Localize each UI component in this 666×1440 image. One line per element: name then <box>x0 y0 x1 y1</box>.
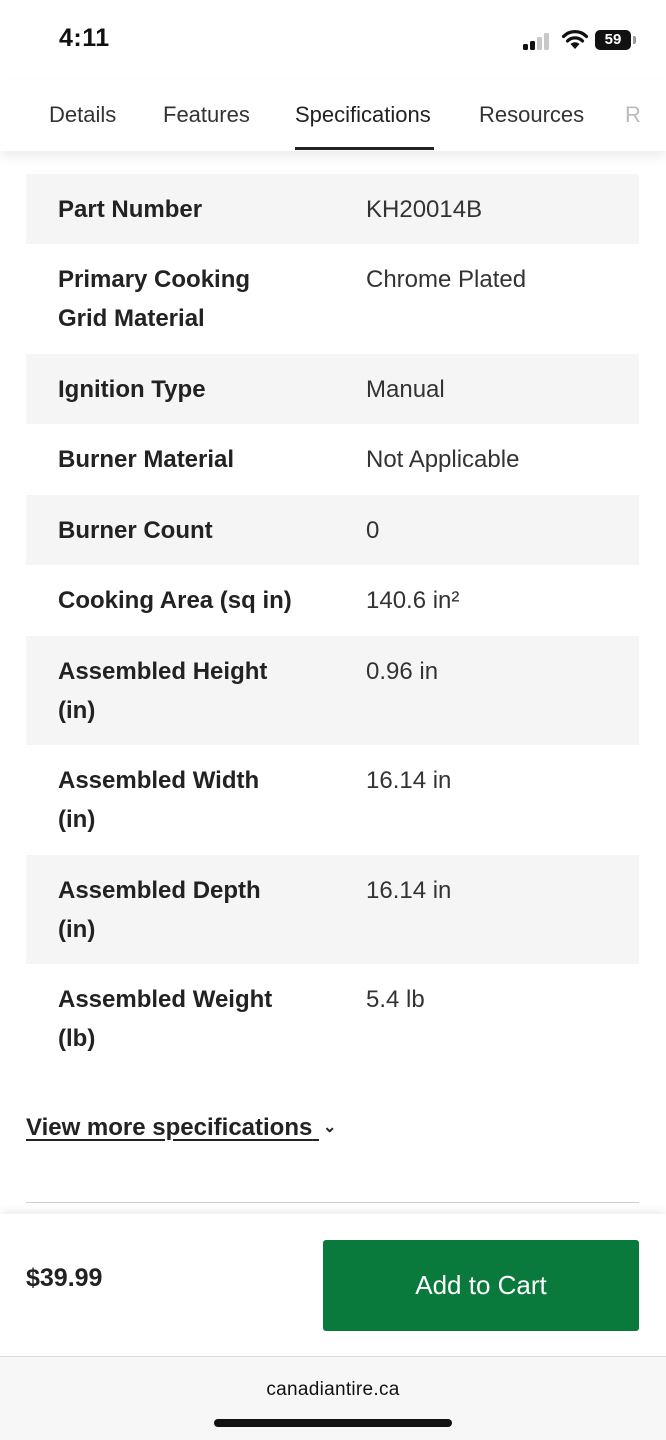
battery-tip <box>633 36 636 44</box>
spec-row: Ignition Type Manual <box>26 354 639 424</box>
spec-label: Cooking Area (sq in) <box>58 587 292 614</box>
add-to-cart-button[interactable]: Add to Cart <box>323 1240 639 1331</box>
spec-value: KH20014B <box>366 196 483 223</box>
spec-row: Assembled Width (in) 16.14 in <box>26 745 639 855</box>
spec-row: Burner Count 0 <box>26 495 639 565</box>
spec-value: 16.14 in <box>366 767 452 794</box>
tab-specifications[interactable]: Specifications <box>295 102 431 128</box>
tab-details[interactable]: Details <box>49 102 116 128</box>
spec-value: 16.14 in <box>366 877 452 904</box>
spec-row: Primary Cooking Grid Material Chrome Pla… <box>26 244 639 354</box>
tab-resources[interactable]: Resources <box>479 102 584 128</box>
section-tabs: Details Features Specifications Resource… <box>0 80 666 151</box>
spec-value: 0 <box>366 517 380 544</box>
browser-address-bar: canadiantire.ca <box>0 1356 666 1440</box>
specifications-table: Part Number KH20014B Primary Cooking Gri… <box>26 174 639 1074</box>
status-time: 4:11 <box>59 24 110 52</box>
spec-value: 5.4 lb <box>366 986 425 1013</box>
spec-label: Assembled Height (in) <box>58 658 268 724</box>
spec-row: Burner Material Not Applicable <box>26 424 639 495</box>
spec-label: Assembled Depth (in) <box>58 877 261 943</box>
tab-features[interactable]: Features <box>163 102 250 128</box>
spec-label: Ignition Type <box>58 376 206 403</box>
wifi-icon <box>561 30 589 49</box>
spec-value: Not Applicable <box>366 446 520 473</box>
spec-value: 140.6 in² <box>366 587 460 614</box>
status-bar: 4:11 59 <box>0 0 666 80</box>
spec-value: Manual <box>366 376 445 403</box>
spec-row: Assembled Depth (in) 16.14 in <box>26 855 639 964</box>
active-tab-indicator <box>295 147 434 150</box>
signal-icon <box>523 32 555 50</box>
spec-row: Assembled Height (in) 0.96 in <box>26 636 639 745</box>
add-to-cart-bar: $39.99 Add to Cart <box>0 1214 666 1356</box>
tab-reviews-partial[interactable]: R <box>625 102 641 128</box>
spec-row: Part Number KH20014B <box>26 174 639 244</box>
spec-label: Part Number <box>58 196 203 223</box>
spec-label: Burner Material <box>58 446 235 473</box>
spec-label: Primary Cooking Grid Material <box>58 266 251 332</box>
battery-icon: 59 <box>595 30 631 50</box>
chevron-down-icon: ⌄ <box>323 1119 337 1136</box>
spec-label: Assembled Weight (lb) <box>58 986 273 1052</box>
view-more-label: View more specifications <box>26 1114 313 1141</box>
spec-row: Assembled Weight (lb) 5.4 lb <box>26 964 639 1074</box>
spec-value: Chrome Plated <box>366 266 527 293</box>
view-more-specifications-link[interactable]: View more specifications ⌄ <box>26 1114 336 1142</box>
spec-label: Assembled Width (in) <box>58 767 260 833</box>
spec-row: Cooking Area (sq in) 140.6 in² <box>26 565 639 636</box>
url-text[interactable]: canadiantire.ca <box>0 1379 666 1401</box>
product-price: $39.99 <box>26 1264 103 1292</box>
spec-label: Burner Count <box>58 517 213 544</box>
spec-value: 0.96 in <box>366 658 439 685</box>
divider <box>26 1202 639 1203</box>
home-indicator[interactable] <box>214 1419 452 1427</box>
